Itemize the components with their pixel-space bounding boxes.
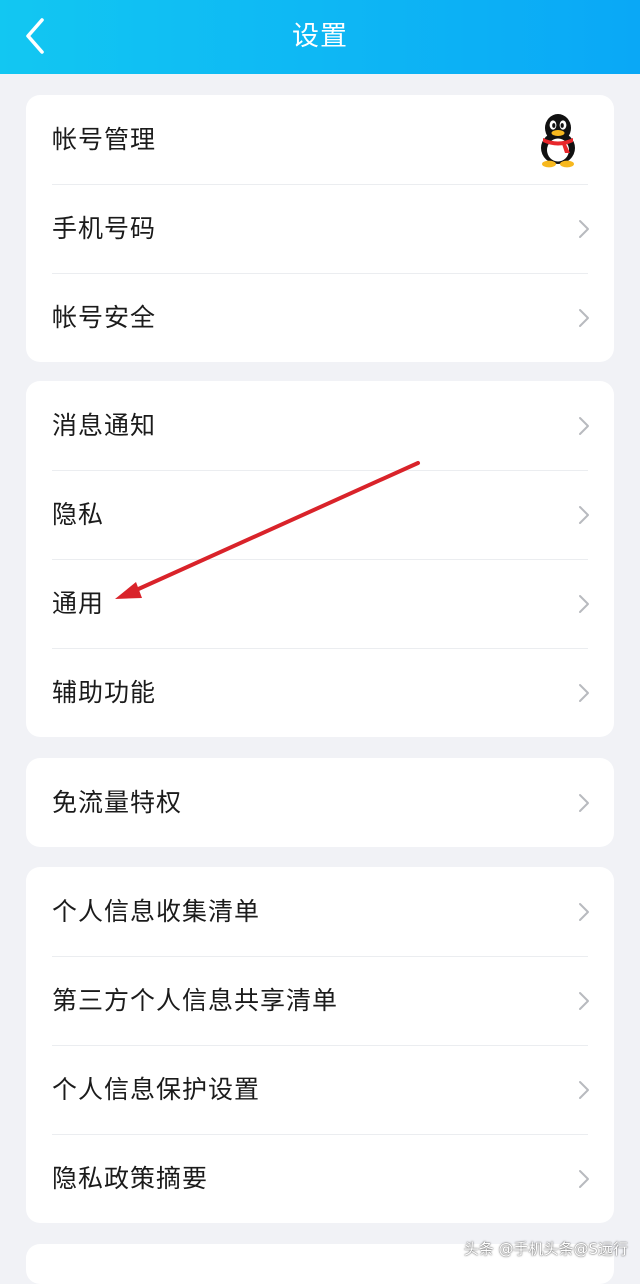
settings-item-third-party-sharing-list[interactable]: 第三方个人信息共享清单 [26, 956, 614, 1045]
settings-item-accessibility[interactable]: 辅助功能 [26, 648, 614, 737]
chevron-right-icon [578, 683, 590, 703]
chevron-right-icon [578, 1169, 590, 1189]
watermark-text: 头条 @手机头条@S远行 [463, 1240, 628, 1258]
chevron-right-icon [578, 1080, 590, 1100]
settings-item-personal-info-protection[interactable]: 个人信息保护设置 [26, 1045, 614, 1134]
settings-group-general: 消息通知 隐私 通用 辅助功能 [26, 381, 614, 737]
settings-item-free-data-privilege[interactable]: 免流量特权 [26, 758, 614, 847]
settings-group-account: 帐号管理 手机号码 帐号安全 [26, 95, 614, 362]
settings-item-phone-number[interactable]: 手机号码 [26, 184, 614, 273]
settings-item-label: 隐私 [52, 500, 105, 529]
chevron-right-icon [578, 505, 590, 525]
settings-item-label: 个人信息保护设置 [52, 1075, 261, 1104]
chevron-right-icon [578, 308, 590, 328]
settings-item-label: 帐号管理 [52, 125, 157, 154]
settings-item-personal-info-collection-list[interactable]: 个人信息收集清单 [26, 867, 614, 956]
qq-penguin-avatar-icon [532, 111, 584, 169]
settings-item-label: 免流量特权 [52, 788, 183, 817]
settings-item-label: 隐私政策摘要 [52, 1164, 209, 1193]
settings-item-account-management[interactable]: 帐号管理 [26, 95, 614, 184]
settings-item-label: 第三方个人信息共享清单 [52, 986, 339, 1015]
top-nav-bar: 设置 [0, 0, 640, 74]
settings-item-general[interactable]: 通用 [26, 559, 614, 648]
chevron-right-icon [578, 793, 590, 813]
settings-item-account-security[interactable]: 帐号安全 [26, 273, 614, 362]
settings-group-personal-info: 个人信息收集清单 第三方个人信息共享清单 个人信息保护设置 隐私政策摘要 [26, 867, 614, 1223]
settings-item-privacy[interactable]: 隐私 [26, 470, 614, 559]
chevron-right-icon [578, 991, 590, 1011]
settings-item-label: 帐号安全 [52, 303, 157, 332]
chevron-right-icon [578, 219, 590, 239]
settings-group-data-privilege: 免流量特权 [26, 758, 614, 847]
settings-item-privacy-policy-summary[interactable]: 隐私政策摘要 [26, 1134, 614, 1223]
chevron-right-icon [578, 902, 590, 922]
settings-item-label: 消息通知 [52, 411, 157, 440]
settings-item-label: 手机号码 [52, 214, 157, 243]
chevron-right-icon [578, 416, 590, 436]
settings-item-label: 个人信息收集清单 [52, 897, 261, 926]
settings-item-notifications[interactable]: 消息通知 [26, 381, 614, 470]
chevron-right-icon [578, 594, 590, 614]
settings-item-label: 辅助功能 [52, 678, 157, 707]
page-title: 设置 [292, 21, 348, 52]
settings-item-label: 通用 [52, 589, 105, 618]
